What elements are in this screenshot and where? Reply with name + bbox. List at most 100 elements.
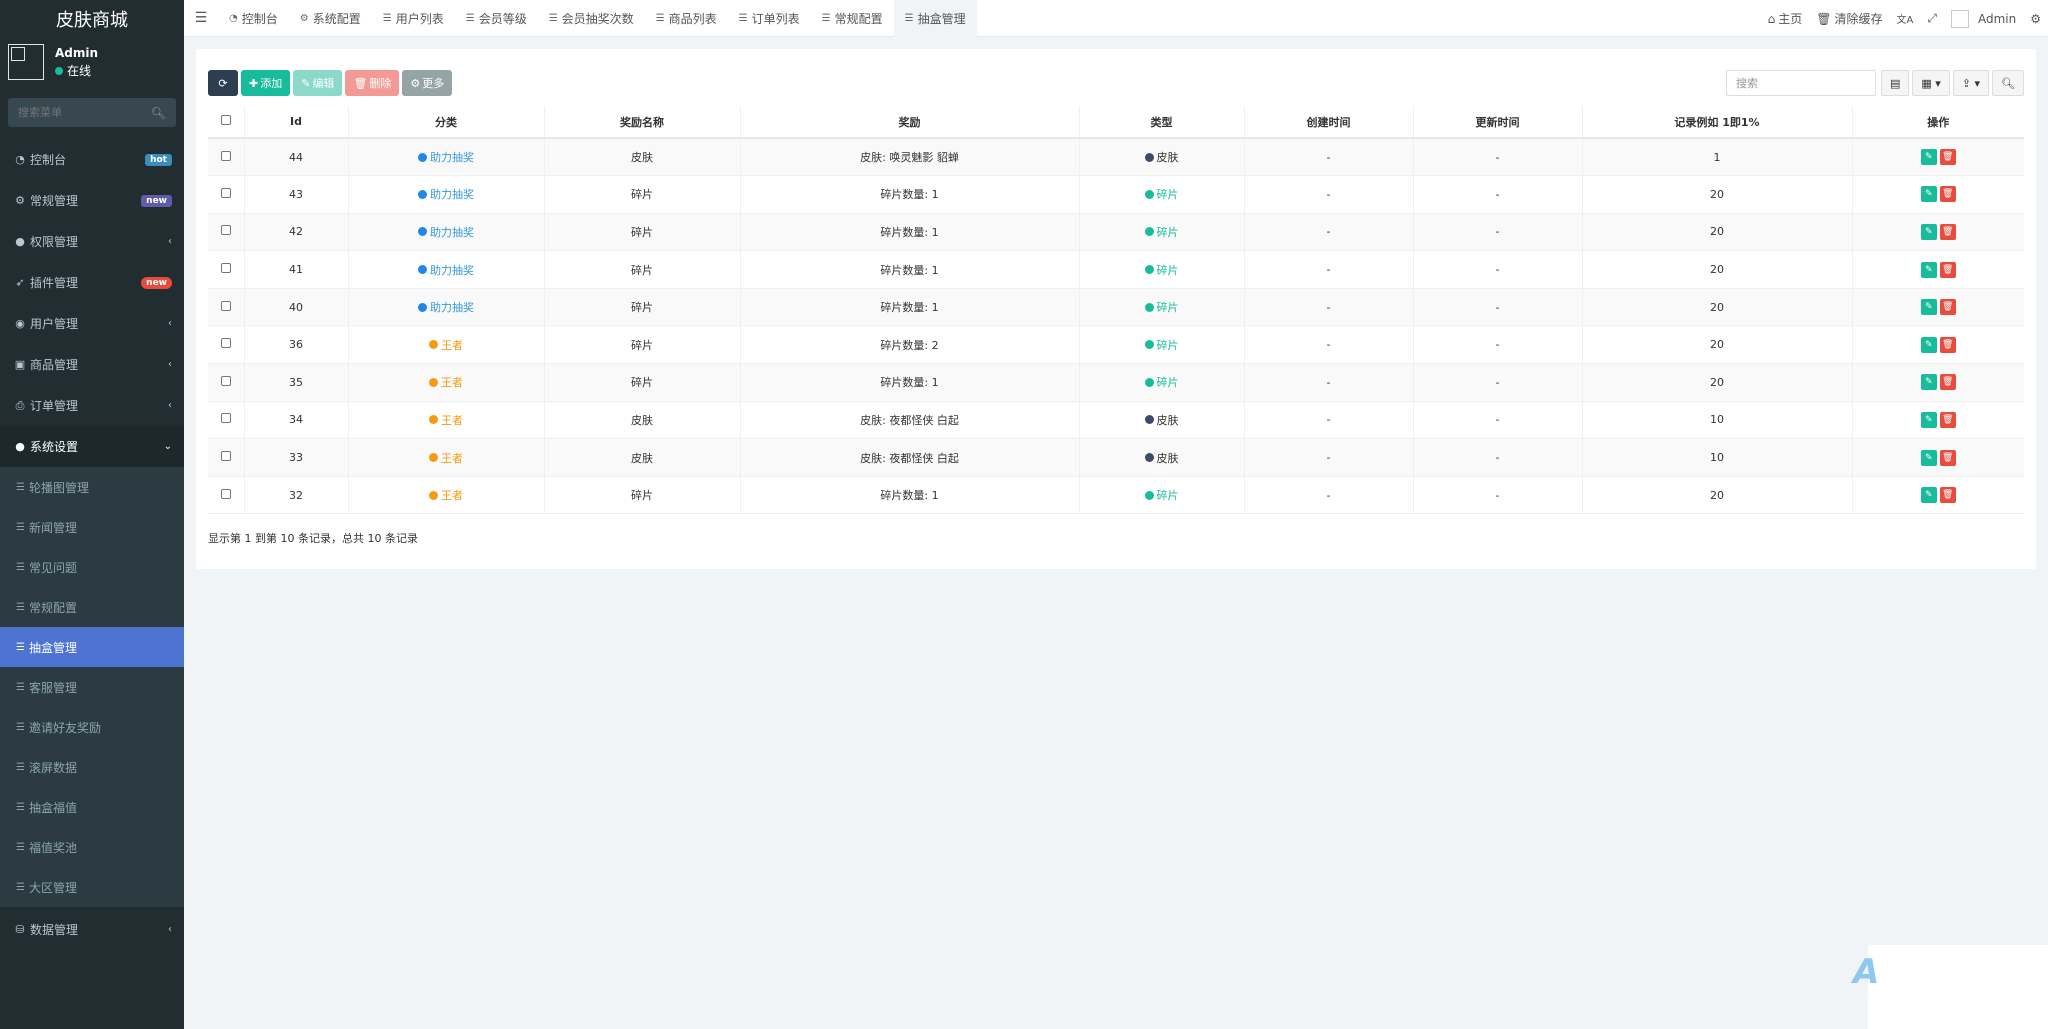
delete-row-button[interactable]: 🗑︎ [1939,186,1956,203]
tab-user-list[interactable]: ☰ 用户列表 [372,0,455,37]
sidebar-item-plugins[interactable]: ➶ 插件管理 new [0,262,184,303]
category-label[interactable]: 助力抽奖 [418,224,474,240]
submenu-item-invite[interactable]: ☰ 邀请好友奖励 [0,707,184,747]
column-header[interactable]: Id [243,106,348,139]
fullscreen-button[interactable]: ⤢ [1920,11,1944,26]
row-checkbox[interactable] [220,413,231,424]
tab-order-list[interactable]: ☰ 订单列表 [728,0,811,37]
category-label[interactable]: 王者 [429,412,463,428]
delete-button[interactable]: 🗑︎ 删除 [345,70,400,96]
sidebar-item-users[interactable]: ◉ 用户管理 ‹ [0,303,184,344]
edit-row-button[interactable]: ✎ [1920,411,1937,428]
tab-dashboard[interactable]: ◔ 控制台 [218,0,289,37]
submenu-item-config[interactable]: ☰ 常规配置 [0,587,184,627]
export-button[interactable]: ⇪ ▾ [1952,70,1990,96]
sidebar-item-general[interactable]: ⚙ 常规管理 new [0,180,184,221]
row-checkbox[interactable] [220,187,231,198]
advanced-search-button[interactable]: 🔍︎ [1992,70,2024,96]
category-label[interactable]: 助力抽奖 [418,186,474,202]
sidebar-item-orders[interactable]: ⎙ 订单管理 ‹ [0,385,184,426]
columns-button[interactable]: ▦ ▾ [1912,70,1950,96]
table-search-input[interactable]: 搜索 [1725,70,1876,96]
delete-row-button[interactable]: 🗑︎ [1939,336,1956,353]
tab-goods-list[interactable]: ☰ 商品列表 [645,0,728,37]
edit-row-button[interactable]: ✎ [1920,186,1937,203]
row-checkbox[interactable] [220,488,231,499]
category-label[interactable]: 王者 [429,450,463,466]
select-all-checkbox[interactable] [220,115,231,125]
tab-blindbox[interactable]: ☰ 抽盒管理 [893,0,977,37]
row-checkbox[interactable] [220,451,231,462]
menu-toggle-icon[interactable]: ☰ [184,10,218,26]
tab-system-config[interactable]: ⚙ 系统配置 [289,0,372,37]
column-header[interactable]: 类型 [1078,106,1244,139]
type-label[interactable]: 皮肤 [1144,450,1179,466]
edit-row-button[interactable]: ✎ [1920,261,1937,278]
submenu-item-faq[interactable]: ☰ 常见问题 [0,547,184,587]
sidebar-item-data[interactable]: ⛁ 数据管理 ‹ [0,907,184,951]
toggle-view-button[interactable]: ▤ [1880,70,1910,96]
delete-row-button[interactable]: 🗑︎ [1939,149,1956,166]
type-label[interactable]: 碎片 [1144,374,1179,390]
table-row[interactable]: 40 助力抽奖 碎片 碎片数量: 1 碎片 - -20 ✎ 🗑︎ [208,288,2024,327]
sidebar-item-dashboard[interactable]: ◔ 控制台 hot [0,139,184,180]
column-header[interactable]: 创建时间 [1243,106,1413,139]
table-row[interactable]: 41 助力抽奖 碎片 碎片数量: 1 碎片 - -20 ✎ 🗑︎ [208,250,2024,289]
delete-row-button[interactable]: 🗑︎ [1939,411,1956,428]
submenu-item-service[interactable]: ☰ 客服管理 [0,667,184,707]
edit-row-button[interactable]: ✎ [1920,374,1937,391]
sidebar-item-goods[interactable]: ▣ 商品管理 ‹ [0,344,184,385]
submenu-item-pool[interactable]: ☰ 福值奖池 [0,827,184,867]
tab-member-level[interactable]: ☰ 会员等级 [455,0,538,37]
delete-row-button[interactable]: 🗑︎ [1939,299,1956,316]
category-label[interactable]: 助力抽奖 [418,262,474,278]
delete-row-button[interactable]: 🗑︎ [1939,374,1956,391]
type-label[interactable]: 碎片 [1144,262,1179,278]
type-label[interactable]: 碎片 [1144,337,1179,353]
settings-button[interactable]: ⚙ [2023,12,2048,26]
edit-row-button[interactable]: ✎ [1920,336,1937,353]
edit-row-button[interactable]: ✎ [1920,223,1937,240]
table-row[interactable]: 36 王者 碎片 碎片数量: 2 碎片 - -20 ✎ 🗑︎ [208,325,2024,365]
delete-row-button[interactable]: 🗑︎ [1939,223,1956,240]
type-label[interactable]: 皮肤 [1144,412,1179,428]
row-checkbox[interactable] [220,300,231,311]
type-label[interactable]: 碎片 [1144,487,1179,503]
tab-general-config[interactable]: ☰ 常规配置 [811,0,894,37]
table-row[interactable]: 35 王者 碎片 碎片数量: 1 碎片 - -20 ✎ 🗑︎ [208,363,2024,402]
row-checkbox[interactable] [220,375,231,386]
category-label[interactable]: 王者 [429,374,463,390]
submenu-item-news[interactable]: ☰ 新闻管理 [0,507,184,547]
column-header[interactable]: 分类 [347,106,544,139]
column-header[interactable]: 奖励 [739,106,1079,139]
sidebar-item-system[interactable]: ● 系统设置 ⌄ [0,426,184,467]
submenu-item-blindbox[interactable]: ☰ 抽盒管理 [0,627,184,667]
submenu-item-luck[interactable]: ☰ 抽盒福值 [0,787,184,827]
edit-row-button[interactable]: ✎ [1920,149,1937,166]
tab-member-draws[interactable]: ☰ 会员抽奖次数 [538,0,645,37]
column-header[interactable]: 奖励名称 [543,106,740,139]
edit-row-button[interactable]: ✎ [1920,299,1937,316]
submenu-item-region[interactable]: ☰ 大区管理 [0,867,184,907]
sidebar-item-auth[interactable]: ● 权限管理 ‹ [0,221,184,262]
edit-row-button[interactable]: ✎ [1920,487,1937,504]
row-checkbox[interactable] [220,338,231,349]
type-label[interactable]: 碎片 [1144,224,1179,240]
column-header[interactable]: 更新时间 [1412,106,1582,139]
add-button[interactable]: ✚ 添加 [241,70,291,96]
table-row[interactable]: 32 王者 碎片 碎片数量: 1 碎片 - -20 ✎ 🗑︎ [208,476,2024,515]
delete-row-button[interactable]: 🗑︎ [1939,487,1956,504]
more-button[interactable]: ⚙ 更多 [402,70,453,96]
row-checkbox[interactable] [220,225,231,236]
delete-row-button[interactable]: 🗑︎ [1939,261,1956,278]
table-row[interactable]: 42 助力抽奖 碎片 碎片数量: 1 碎片 - -20 ✎ 🗑︎ [208,213,2024,252]
type-label[interactable]: 碎片 [1144,186,1179,202]
language-button[interactable]: 文A [1890,11,1921,26]
delete-row-button[interactable]: 🗑︎ [1939,449,1956,466]
search-icon[interactable]: 🔍︎ [151,106,166,120]
table-row[interactable]: 33 王者 皮肤 皮肤: 夜都怪侠 白起 皮肤 - -10 ✎ 🗑︎ [208,438,2024,477]
row-checkbox[interactable] [220,150,231,161]
edit-button[interactable]: ✎ 编辑 [293,70,343,96]
home-link[interactable]: ⌂ 主页 [1761,10,1810,27]
column-header[interactable]: 记录例如 1即1% [1581,106,1852,139]
